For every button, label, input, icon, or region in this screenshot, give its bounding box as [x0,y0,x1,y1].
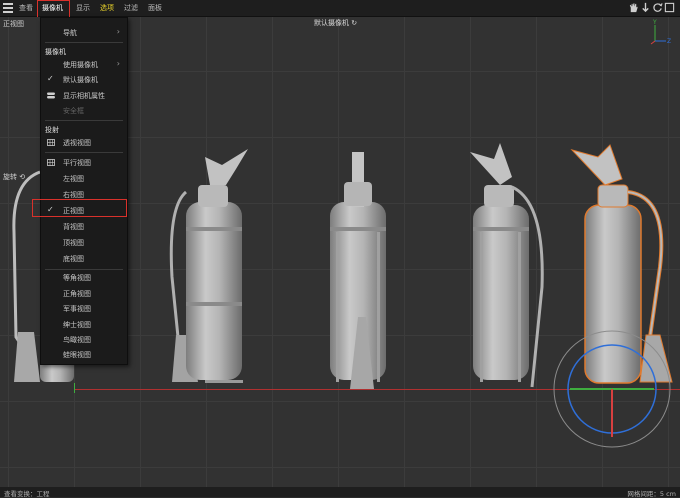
left-view-label: 左视图 [63,175,84,183]
default-camera-label: 默认摄像机 [63,76,98,84]
menu-item-default-camera[interactable]: ✓ 默认摄像机 [41,73,127,86]
military-label: 军事视图 [63,305,91,313]
frog-label: 蛙眼视图 [63,351,91,359]
extinguisher-selected[interactable] [570,144,673,384]
gentleman-label: 绅士视图 [63,321,91,329]
grid-icon [47,159,55,166]
camera-menu-highlight [37,0,70,18]
menu-item-back-view[interactable]: 背视图 [41,220,127,233]
status-bar: 查看变换：工程 网格间距：5 cm [0,487,680,498]
extinguisher-2[interactable] [330,152,386,389]
parallel-label: 平行视图 [63,159,91,167]
navigation-label: 导航 [63,29,77,37]
extinguisher-3[interactable] [470,143,544,388]
menu-item-left-view[interactable]: 左视图 [41,172,127,185]
perspective-label: 透视视图 [63,139,91,147]
menu-view[interactable]: 查看 [19,3,33,13]
move-arrow-icon[interactable] [640,2,651,13]
menu-panel[interactable]: 面板 [148,3,162,13]
camera-dropdown-menu: 导航 › 摄像机 使用摄像机 › ✓ 默认摄像机 显示相机属性 安全框 投射 透… [40,17,128,365]
divider [45,42,123,43]
bottom-view-label: 底视图 [63,255,84,263]
menu-filter[interactable]: 过滤 [124,3,138,13]
orbit-icon[interactable] [652,2,663,13]
viewport-nav-icons [628,2,676,14]
extinguisher-1[interactable] [169,149,248,383]
back-view-label: 背视图 [63,223,84,231]
divider [45,152,123,153]
menu-options[interactable]: 选项 [100,3,114,13]
bird-label: 鸟瞰视图 [63,336,91,344]
divider [45,269,123,270]
menu-item-parallel[interactable]: 平行视图 [41,156,127,169]
menu-item-use-camera[interactable]: 使用摄像机 › [41,58,127,71]
menu-item-dimetric[interactable]: 正角视图 [41,287,127,300]
submenu-arrow-icon: › [116,59,120,68]
submenu-arrow-icon: › [116,27,120,36]
projection-section-header: 投射 [45,126,59,134]
menu-item-top-view[interactable]: 顶视图 [41,236,127,249]
menu-item-show-camera-props[interactable]: 显示相机属性 [41,89,127,102]
menu-item-navigation[interactable]: 导航 › [41,26,127,39]
top-view-label: 顶视图 [63,239,84,247]
menu-item-isometric[interactable]: 等角视图 [41,271,127,284]
pan-hand-icon[interactable] [628,2,639,13]
divider [45,120,123,121]
grid-icon [47,139,55,146]
front-view-highlight [32,199,127,217]
isometric-label: 等角视图 [63,274,91,282]
menu-display[interactable]: 显示 [76,3,90,13]
checkmark-icon: ✓ [47,74,54,83]
safe-frame-label: 安全框 [63,107,84,115]
dimetric-label: 正角视图 [63,290,91,298]
show-camera-props-label: 显示相机属性 [63,92,105,100]
menu-item-military[interactable]: 军事视图 [41,302,127,315]
menu-item-bottom-view[interactable]: 底视图 [41,252,127,265]
menubar: 查看 摄像机 显示 选项 过滤 面板 [0,0,680,18]
hamburger-menu-icon[interactable] [3,3,13,13]
camera-section-header: 摄像机 [45,48,66,56]
menu-item-bird[interactable]: 鸟瞰视图 [41,333,127,346]
menu-item-safe-frame: 安全框 [41,104,127,117]
use-camera-label: 使用摄像机 [63,61,98,69]
maximize-viewport-icon[interactable] [664,2,675,13]
menu-item-frog[interactable]: 蛙眼视图 [41,348,127,361]
menu-item-gentleman[interactable]: 绅士视图 [41,318,127,331]
menu-item-perspective[interactable]: 透视视图 [41,136,127,149]
toggle-icon [47,92,55,99]
